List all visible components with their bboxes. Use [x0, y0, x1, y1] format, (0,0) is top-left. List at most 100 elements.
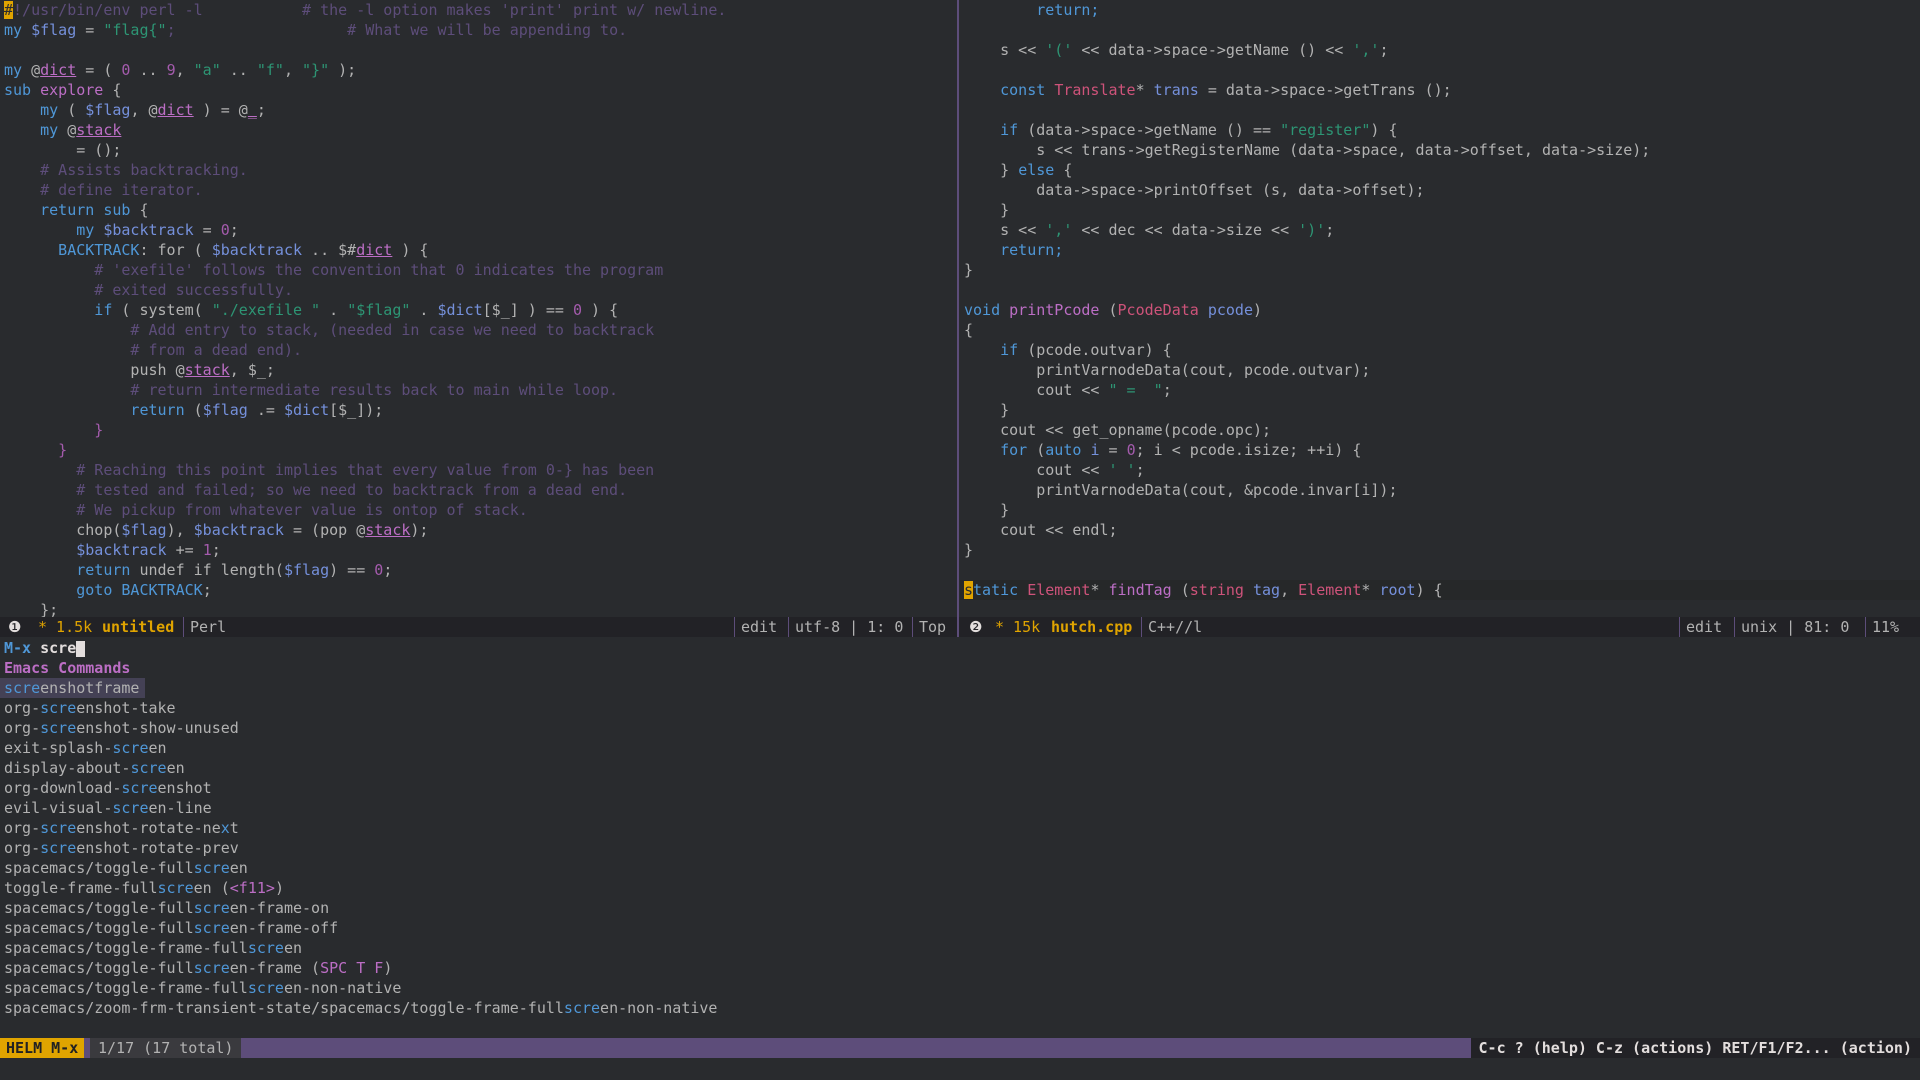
code-line[interactable]: # Reaching this point implies that every… [0, 460, 957, 480]
code-line[interactable]: = (); [0, 140, 957, 160]
code-line[interactable]: if (data->space->getName () == "register… [960, 120, 1920, 140]
code-line[interactable]: my ( $flag, @dict ) = @_; [0, 100, 957, 120]
buffer-name[interactable]: untitled [96, 617, 180, 637]
code-line[interactable]: my $flag = "flag{"; # What we will be ap… [0, 20, 957, 40]
code-token: sub [4, 81, 41, 99]
code-line[interactable]: return sub { [0, 200, 957, 220]
major-mode[interactable]: Perl [183, 617, 232, 637]
code-line[interactable]: } [960, 540, 1920, 560]
code-line[interactable]: printVarnodeData(cout, &pcode.invar[i]); [960, 480, 1920, 500]
code-line[interactable]: # tested and failed; so we need to backt… [0, 480, 957, 500]
window-number-badge[interactable]: ❷ [963, 617, 988, 637]
code-line[interactable]: # Add entry to stack, (needed in case we… [0, 320, 957, 340]
left-editor-pane[interactable]: #!/usr/bin/env perl -l # the -l option m… [0, 0, 957, 617]
code-line[interactable]: # return intermediate results back to ma… [0, 380, 957, 400]
code-line[interactable]: sub explore { [0, 80, 957, 100]
helm-candidate[interactable]: spacemacs/toggle-fullscreen-frame (SPC T… [0, 958, 1920, 978]
code-line[interactable]: BACKTRACK: for ( $backtrack .. $#dict ) … [0, 240, 957, 260]
code-token: dict [40, 61, 77, 79]
code-line[interactable]: } [960, 500, 1920, 520]
helm-candidate[interactable]: org-screenshot-rotate-next [0, 818, 1920, 838]
helm-candidate[interactable]: spacemacs/toggle-frame-fullscreen [0, 938, 1920, 958]
helm-candidate[interactable]: spacemacs/toggle-fullscreen-frame-on [0, 898, 1920, 918]
helm-candidate[interactable]: org-screenshot-rotate-prev [0, 838, 1920, 858]
code-line[interactable]: goto BACKTRACK; [0, 580, 957, 600]
code-line[interactable]: static Element* findTag (string tag, Ele… [960, 580, 1920, 600]
helm-candidate[interactable]: screenshotframe [0, 678, 146, 698]
code-line[interactable]: for (auto i = 0; i < pcode.isize; ++i) { [960, 440, 1920, 460]
code-line[interactable]: } [960, 400, 1920, 420]
code-line[interactable]: # Assists backtracking. [0, 160, 957, 180]
code-line[interactable] [960, 560, 1920, 580]
window-number-badge[interactable]: ❶ [2, 617, 27, 637]
right-editor-pane[interactable]: return; s << '(' << data->space->getName… [960, 0, 1920, 617]
code-line[interactable]: } [0, 440, 957, 460]
code-token: = (); [4, 141, 122, 159]
code-line[interactable]: # from a dead end). [0, 340, 957, 360]
window-divider[interactable] [957, 0, 959, 637]
code-line[interactable]: $backtrack += 1; [0, 540, 957, 560]
helm-candidate[interactable]: org-screenshot-show-unused [0, 718, 1920, 738]
code-line[interactable]: s << '(' << data->space->getName () << '… [960, 40, 1920, 60]
code-line[interactable]: } [0, 420, 957, 440]
candidate-text: exit-splash- [4, 739, 113, 757]
helm-candidate[interactable]: evil-visual-screen-line [0, 798, 1920, 818]
code-line[interactable]: #!/usr/bin/env perl -l # the -l option m… [0, 0, 957, 20]
code-line[interactable]: { [960, 320, 1920, 340]
code-line[interactable]: void printPcode (PcodeData pcode) [960, 300, 1920, 320]
code-line[interactable]: if (pcode.outvar) { [960, 340, 1920, 360]
code-line[interactable]: } else { [960, 160, 1920, 180]
code-token: ( [1108, 301, 1118, 319]
code-token: += [166, 541, 203, 559]
code-line[interactable]: s << trans->getRegisterName (data->space… [960, 140, 1920, 160]
code-line[interactable]: cout << endl; [960, 520, 1920, 540]
code-line[interactable] [960, 280, 1920, 300]
code-token: .. $# [302, 241, 357, 259]
candidate-text: en [229, 859, 248, 877]
code-line[interactable]: if ( system( "./exefile " . "$flag" . $d… [0, 300, 957, 320]
helm-candidate[interactable]: exit-splash-screen [0, 738, 1920, 758]
code-line[interactable]: my $backtrack = 0; [0, 220, 957, 240]
code-line[interactable]: push @stack, $_; [0, 360, 957, 380]
code-token: @ [67, 121, 77, 139]
code-token: = [76, 21, 104, 39]
code-line[interactable]: return; [960, 240, 1920, 260]
code-line[interactable]: } [960, 260, 1920, 280]
code-line[interactable]: my @stack [0, 120, 957, 140]
minibuffer-input[interactable]: scre [40, 639, 76, 657]
helm-candidate[interactable]: toggle-frame-fullscreen (<f11>) [0, 878, 1920, 898]
editor-state: edit [1679, 617, 1728, 637]
code-line[interactable]: cout << get_opname(pcode.opc); [960, 420, 1920, 440]
code-line[interactable]: return; [960, 0, 1920, 20]
code-line[interactable]: # define iterator. [0, 180, 957, 200]
helm-candidate[interactable]: spacemacs/toggle-fullscreen [0, 858, 1920, 878]
code-line[interactable]: cout << " = "; [960, 380, 1920, 400]
code-line[interactable]: printVarnodeData(cout, pcode.outvar); [960, 360, 1920, 380]
code-line[interactable]: # 'exefile' follows the convention that … [0, 260, 957, 280]
code-line[interactable]: # exited successfully. [0, 280, 957, 300]
code-line[interactable]: # We pickup from whatever value is ontop… [0, 500, 957, 520]
code-line[interactable]: s << ',' << dec << data->size << ')'; [960, 220, 1920, 240]
code-line[interactable]: }; [0, 600, 957, 617]
code-line[interactable] [960, 20, 1920, 40]
helm-candidate[interactable]: org-download-screenshot [0, 778, 1920, 798]
minibuffer[interactable]: M-x scre [0, 638, 1920, 658]
code-line[interactable]: chop($flag), $backtrack = (pop @stack); [0, 520, 957, 540]
code-line[interactable]: return undef if length($flag) == 0; [0, 560, 957, 580]
code-line[interactable]: return ($flag .= $dict[$_]); [0, 400, 957, 420]
helm-candidate[interactable]: display-about-screen [0, 758, 1920, 778]
code-line[interactable] [960, 60, 1920, 80]
code-line[interactable]: } [960, 200, 1920, 220]
code-line[interactable]: my @dict = ( 0 .. 9, "a" .. "f", "}" ); [0, 60, 957, 80]
code-line[interactable]: const Translate* trans = data->space->ge… [960, 80, 1920, 100]
code-line[interactable] [960, 100, 1920, 120]
buffer-name[interactable]: hutch.cpp [1045, 617, 1138, 637]
helm-candidate[interactable]: spacemacs/toggle-frame-fullscreen-non-na… [0, 978, 1920, 998]
helm-candidate[interactable]: spacemacs/toggle-fullscreen-frame-off [0, 918, 1920, 938]
helm-candidate[interactable]: org-screenshot-take [0, 698, 1920, 718]
code-line[interactable]: cout << ' '; [960, 460, 1920, 480]
code-line[interactable]: data->space->printOffset (s, data->offse… [960, 180, 1920, 200]
major-mode[interactable]: C++//l [1141, 617, 1208, 637]
helm-candidate[interactable]: spacemacs/zoom-frm-transient-state/space… [0, 998, 1920, 1018]
code-line[interactable] [0, 40, 957, 60]
